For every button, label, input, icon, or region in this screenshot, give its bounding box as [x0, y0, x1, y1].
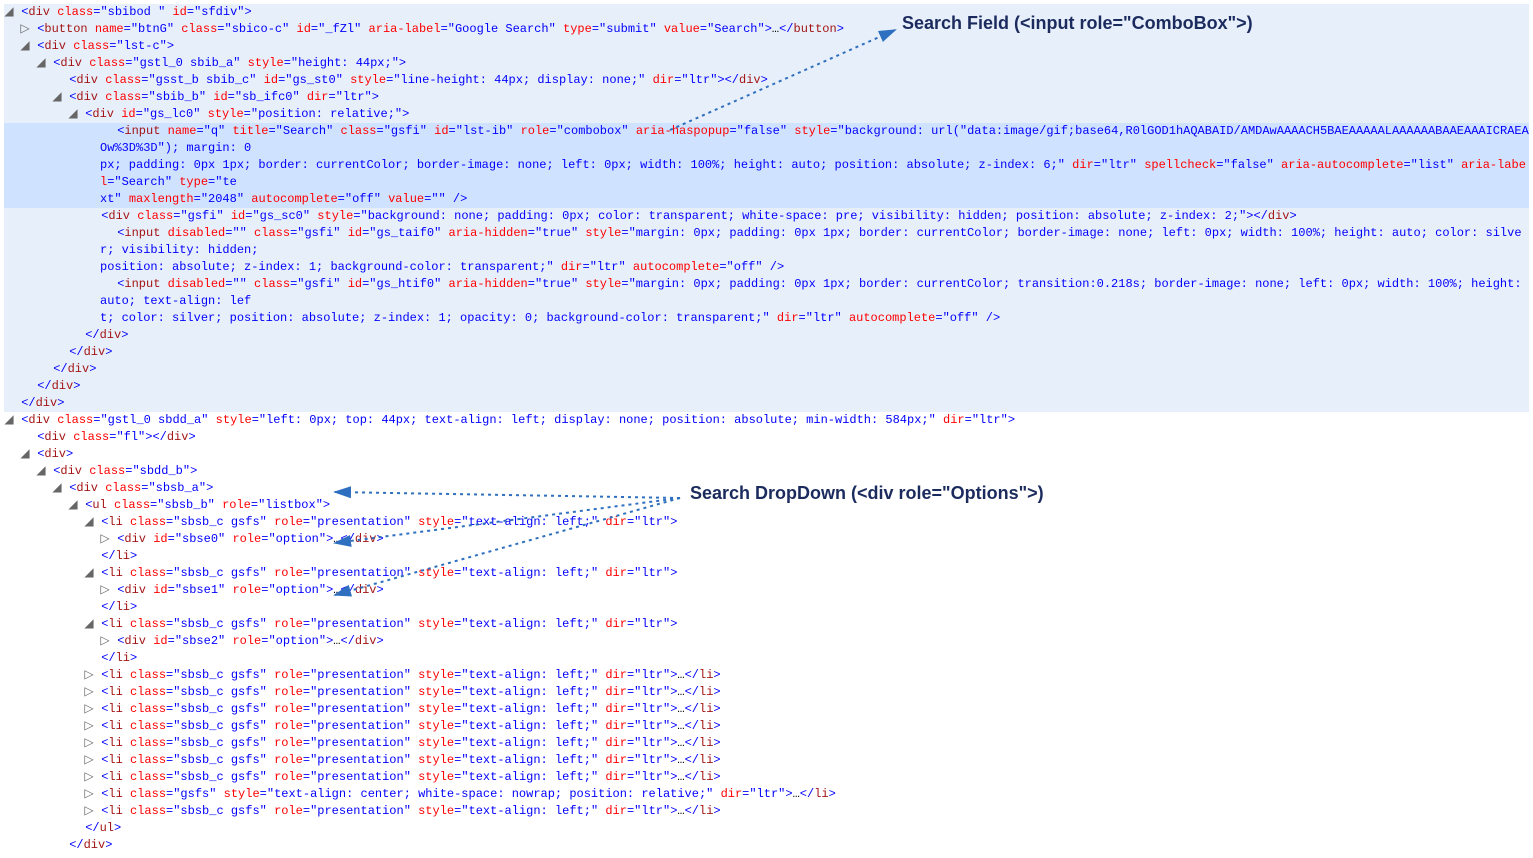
code-line[interactable]: ◢ <div class="lst-c"> — [4, 38, 1529, 55]
code-line[interactable]: ▷ <li class="sbsb_c gsfs" role="presenta… — [4, 684, 1529, 701]
code-line[interactable]: <div class="gsfi" id="gs_sc0" style="bac… — [4, 208, 1529, 225]
code-line[interactable]: ◢ <div class="sbdd_b"> — [4, 463, 1529, 480]
code-line[interactable]: </div> — [4, 327, 1529, 344]
code-line[interactable]: <div class="fl"></div> — [4, 429, 1529, 446]
code-line[interactable]: ◢ <li class="sbsb_c gsfs" role="presenta… — [4, 514, 1529, 531]
option-element[interactable]: ▷ <div id="sbse1" role="option">…</div> — [4, 582, 1529, 599]
code-line[interactable]: </li> — [4, 650, 1529, 667]
code-line[interactable]: ◢ <li class="sbsb_c gsfs" role="presenta… — [4, 616, 1529, 633]
callout-search-field: Search Field (<input role="ComboBox">) — [902, 15, 1253, 32]
code-line[interactable]: </div> — [4, 361, 1529, 378]
code-line[interactable]: <input disabled="" class="gsfi" id="gs_t… — [4, 225, 1529, 276]
code-line[interactable]: </ul> — [4, 820, 1529, 837]
code-line[interactable]: ▷ <li class="sbsb_c gsfs" role="presenta… — [4, 718, 1529, 735]
code-line[interactable]: ▷ <li class="sbsb_c gsfs" role="presenta… — [4, 667, 1529, 684]
code-line[interactable]: ▷ <li class="sbsb_c gsfs" role="presenta… — [4, 752, 1529, 769]
code-line[interactable]: <div class="gsst_b sbib_c" id="gs_st0" s… — [4, 72, 1529, 89]
callout-search-dropdown: Search DropDown (<div role="Options">) — [690, 485, 1044, 502]
code-line[interactable]: ◢ <li class="sbsb_c gsfs" role="presenta… — [4, 565, 1529, 582]
code-line[interactable]: ▷ <button name="btnG" class="sbico-c" id… — [4, 21, 1529, 38]
code-line[interactable]: </div> — [4, 837, 1529, 854]
code-line[interactable]: </div> — [4, 395, 1529, 412]
code-line[interactable]: ▷ <li class="sbsb_c gsfs" role="presenta… — [4, 735, 1529, 752]
code-line[interactable]: ◢ <div class="sbib_b" id="sb_ifc0" dir="… — [4, 89, 1529, 106]
code-line[interactable]: ▷ <li class="gsfs" style="text-align: ce… — [4, 786, 1529, 803]
code-line[interactable]: ▷ <li class="sbsb_c gsfs" role="presenta… — [4, 769, 1529, 786]
code-line[interactable]: ▷ <li class="sbsb_c gsfs" role="presenta… — [4, 701, 1529, 718]
code-line[interactable]: ◢ <div id="gs_lc0" style="position: rela… — [4, 106, 1529, 123]
code-line[interactable]: </li> — [4, 548, 1529, 565]
code-line[interactable]: </div> — [4, 344, 1529, 361]
code-line[interactable]: ◢ <div> — [4, 446, 1529, 463]
devtools-elements-tree: ◢ <div class="sbibod " id="sfdiv"> ▷ <bu… — [4, 4, 1529, 854]
code-line[interactable]: ◢ <div class="sbibod " id="sfdiv"> — [4, 4, 1529, 21]
code-line[interactable]: ◢ <div class="gstl_0 sbdd_a" style="left… — [4, 412, 1529, 429]
code-line[interactable]: <input disabled="" class="gsfi" id="gs_h… — [4, 276, 1529, 327]
search-input-element[interactable]: <input name="q" title="Search" class="gs… — [4, 123, 1529, 208]
option-element[interactable]: ▷ <div id="sbse0" role="option">…</div> — [4, 531, 1529, 548]
option-element[interactable]: ▷ <div id="sbse2" role="option">…</div> — [4, 633, 1529, 650]
code-line[interactable]: </li> — [4, 599, 1529, 616]
code-line[interactable]: ▷ <li class="sbsb_c gsfs" role="presenta… — [4, 803, 1529, 820]
code-line[interactable]: </div> — [4, 378, 1529, 395]
code-line[interactable]: ◢ <div class="gstl_0 sbib_a" style="heig… — [4, 55, 1529, 72]
